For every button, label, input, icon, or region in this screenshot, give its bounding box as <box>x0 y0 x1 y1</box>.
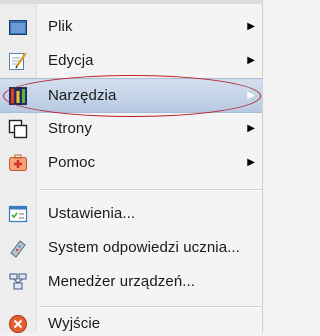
menu-item-narzedzia[interactable]: Narzędzia ▶ <box>0 78 262 113</box>
folder-icon <box>9 20 27 35</box>
menu-item-label: Menedżer urządzeń... <box>48 273 196 290</box>
submenu-arrow-icon: ▶ <box>247 157 255 168</box>
menu-item-label: Wyjście <box>48 314 101 332</box>
menu-separator <box>40 189 262 191</box>
menu-item-strony[interactable]: Strony ▶ <box>0 112 262 145</box>
menu-item-wyjscie[interactable]: Wyjście <box>0 310 262 336</box>
context-menu: Plik ▶ Edycja ▶ Narzędzia ▶ Strony ▶ Pom… <box>0 4 263 333</box>
help-icon <box>9 154 27 171</box>
menu-item-edycja[interactable]: Edycja ▶ <box>0 44 262 77</box>
submenu-arrow-icon: ▶ <box>247 55 255 66</box>
exit-icon <box>9 315 27 333</box>
edit-icon <box>9 52 27 70</box>
menu-item-label: Plik <box>48 18 73 35</box>
submenu-arrow-icon: ▶ <box>247 123 255 134</box>
menu-item-label: Pomoc <box>48 154 96 171</box>
menu-item-label: Edycja <box>48 52 94 69</box>
menu-item-ustawienia[interactable]: Ustawienia... <box>0 197 262 230</box>
settings-icon <box>8 205 28 223</box>
response-system-icon <box>10 240 26 258</box>
menu-item-label: Narzędzia <box>48 87 117 104</box>
pages-icon <box>8 119 28 139</box>
submenu-arrow-icon: ▶ <box>247 90 255 101</box>
menu-item-menedzer-urzadzen[interactable]: Menedżer urządzeń... <box>0 265 262 298</box>
menu-item-label: System odpowiedzi ucznia... <box>48 239 240 256</box>
menu-item-plik[interactable]: Plik ▶ <box>0 10 262 43</box>
menu-item-system-odpowiedzi-ucznia[interactable]: System odpowiedzi ucznia... <box>0 231 262 264</box>
menu-item-pomoc[interactable]: Pomoc ▶ <box>0 146 262 179</box>
tools-icon <box>9 87 27 105</box>
menu-item-label: Ustawienia... <box>48 205 136 222</box>
submenu-arrow-icon: ▶ <box>247 21 255 32</box>
device-manager-icon <box>9 273 27 290</box>
menu-separator <box>40 306 262 308</box>
menu-item-label: Strony <box>48 120 92 137</box>
